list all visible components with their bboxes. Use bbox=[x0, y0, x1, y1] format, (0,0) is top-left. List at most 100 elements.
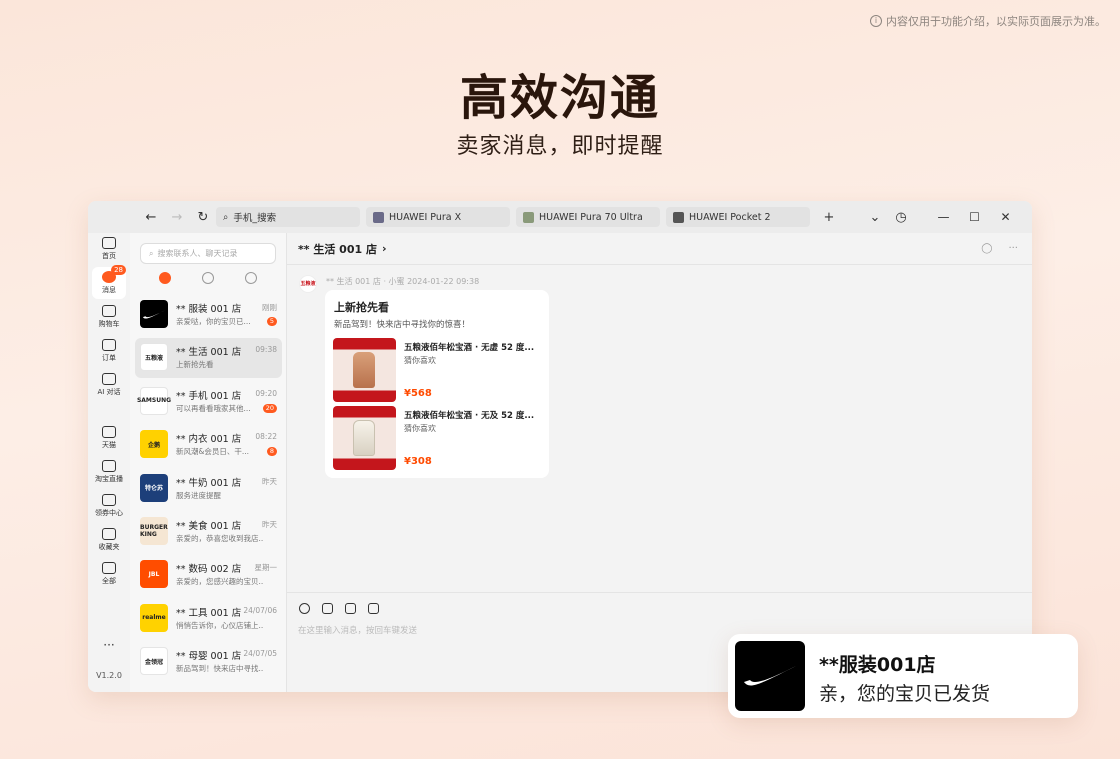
conversation-name: ** 内衣 001 店 bbox=[176, 434, 242, 446]
search-tab[interactable]: ⌕ 手机_搜索 bbox=[216, 207, 360, 227]
shop-avatar[interactable]: 五粮液 bbox=[299, 275, 317, 293]
contact-search-input[interactable]: ⌕ 搜索联系人、聊天记录 bbox=[140, 243, 276, 264]
tab-contacts-icon[interactable] bbox=[201, 272, 214, 284]
coupon-icon bbox=[102, 494, 116, 506]
conversation-name: ** 服装 001 店 bbox=[176, 304, 242, 315]
shop-logo: 企鹅 bbox=[140, 430, 168, 459]
favorites-icon bbox=[102, 528, 116, 540]
more-icon[interactable]: ··· bbox=[88, 638, 130, 652]
rail-all[interactable]: 全部 bbox=[88, 562, 130, 586]
rail-home[interactable]: 首页 bbox=[88, 237, 130, 261]
rail-label: 淘宝直播 bbox=[95, 475, 123, 483]
shop-logo bbox=[140, 300, 168, 328]
profile-icon[interactable]: ◯ bbox=[981, 243, 992, 254]
forward-icon[interactable]: → bbox=[164, 210, 190, 225]
product-price: ¥308 bbox=[404, 456, 432, 467]
app-window: ← → ↻ ⌕ 手机_搜索 HUAWEI Pura X HUAWEI Pura … bbox=[88, 201, 1032, 692]
close-icon[interactable]: ✕ bbox=[990, 210, 1021, 224]
history-icon[interactable]: ◷ bbox=[888, 210, 914, 225]
conversation-item[interactable]: JBL ** 数码 002 店 星期一 亲爱的，您感兴趣的宝贝... bbox=[135, 555, 282, 595]
contact-search-placeholder: 搜索联系人、聊天记录 bbox=[157, 249, 238, 258]
unread-badge: 20 bbox=[262, 403, 277, 413]
card-subtitle: 新品驾到！快来店中寻找你的惊喜！ bbox=[334, 320, 471, 330]
rail-label: 收藏夹 bbox=[98, 543, 120, 551]
conversation-item[interactable]: realme ** 工具 001 店 24/07/06 悄悄告诉你，心仪店铺上... bbox=[135, 599, 282, 639]
subheadline: 卖家消息，即时提醒 bbox=[456, 134, 664, 159]
rail-label: 购物车 bbox=[98, 320, 120, 328]
refresh-icon[interactable]: ↻ bbox=[190, 210, 216, 225]
minimize-icon[interactable]: — bbox=[928, 210, 959, 224]
rail-favorites[interactable]: 收藏夹 bbox=[88, 528, 130, 552]
product-item[interactable]: 五粮液佰年松宝酒 · 无虚 52 度... 猜你喜欢 ¥568 bbox=[333, 338, 543, 402]
grid-icon bbox=[102, 562, 116, 574]
info-icon: i bbox=[870, 15, 882, 27]
conversation-item[interactable]: ** 服装 001 店 刚刚 亲爱哒，你的宝贝已... 5 bbox=[135, 295, 282, 335]
conversation-time: 昨天 bbox=[262, 476, 277, 486]
new-tab-button[interactable]: + bbox=[816, 210, 842, 225]
message-meta: ** 生活 001 店 · 小蜜 2024-01-22 09:38 bbox=[326, 277, 480, 286]
chevron-right-icon[interactable]: › bbox=[382, 242, 387, 255]
conversation-item[interactable]: SAMSUNG ** 手机 001 店 09:20 可以再看看哦家其他... 20 bbox=[135, 382, 282, 422]
rail-label: 订单 bbox=[102, 354, 116, 362]
conversation-item[interactable]: 特仑苏 ** 牛奶 001 店 昨天 服务进度提醒 bbox=[135, 469, 282, 509]
conversation-item[interactable]: 五粮液 ** 生活 001 店 09:38 上新抢先看 bbox=[135, 338, 282, 379]
bottle-icon bbox=[353, 352, 375, 388]
unread-badge: 5 bbox=[266, 317, 277, 326]
product-name: 五粮液佰年松宝酒 · 无虚 52 度... bbox=[404, 343, 535, 353]
shop-logo: 特仑苏 bbox=[140, 473, 168, 502]
search-icon: ⌕ bbox=[223, 211, 229, 223]
conversation-item[interactable]: 企鹅 ** 内衣 001 店 08:22 新风潮&会员日、干... 8 bbox=[135, 425, 282, 465]
rail-ai-chat[interactable]: AI 对话 bbox=[88, 373, 130, 397]
conversation-name: ** 工具 001 店 bbox=[176, 607, 242, 619]
rail-tmall[interactable]: 天猫 bbox=[88, 426, 130, 450]
product-price: ¥568 bbox=[404, 388, 432, 399]
tab-messages-icon[interactable] bbox=[159, 272, 172, 284]
rail-label: 全部 bbox=[102, 577, 116, 585]
unread-badge: 8 bbox=[266, 447, 277, 457]
shop-logo: BURGER KING bbox=[140, 517, 168, 545]
bottle-icon bbox=[353, 420, 375, 456]
back-icon[interactable]: ← bbox=[138, 210, 164, 225]
product-thumbnail-icon bbox=[673, 211, 684, 223]
conversation-time: 24/07/05 bbox=[243, 649, 277, 659]
chat-title[interactable]: ** 生活 001 店 bbox=[298, 241, 377, 257]
product-item[interactable]: 五粮液佰年松宝酒 · 无及 52 度... 猜你喜欢 ¥308 bbox=[333, 406, 543, 470]
conversation-name: ** 手机 001 店 bbox=[176, 390, 242, 402]
rail-messages[interactable]: 消息 28 bbox=[92, 265, 126, 299]
conversation-preview: 悄悄告诉你，心仪店铺上... bbox=[176, 620, 264, 630]
rail-live[interactable]: 淘宝直播 bbox=[88, 460, 130, 484]
product-image bbox=[333, 406, 396, 470]
conversation-preview: 新风潮&会员日、干... bbox=[176, 447, 249, 457]
conversation-preview: 可以再看看哦家其他... bbox=[176, 403, 251, 413]
cart-icon bbox=[102, 305, 116, 317]
product-thumbnail-icon bbox=[373, 211, 384, 223]
tab-groups-icon[interactable] bbox=[244, 272, 257, 284]
shop-logo: 金领冠 bbox=[140, 647, 168, 676]
upload-icon[interactable] bbox=[368, 603, 379, 614]
product-thumbnail-icon bbox=[523, 211, 534, 223]
product-image bbox=[333, 338, 396, 402]
version-label: V1.2.0 bbox=[96, 671, 122, 680]
tab-pura-70-ultra[interactable]: HUAWEI Pura 70 Ultra bbox=[516, 207, 660, 227]
tab-pocket-2[interactable]: HUAWEI Pocket 2 bbox=[666, 207, 810, 227]
conversation-item[interactable]: BURGER KING ** 美食 001 店 昨天 亲爱的，恭喜您收到我店... bbox=[135, 512, 282, 552]
tab-pura-x[interactable]: HUAWEI Pura X bbox=[366, 207, 510, 227]
chevron-down-icon[interactable]: ⌄ bbox=[862, 210, 888, 225]
rail-orders[interactable]: 订单 bbox=[88, 339, 130, 363]
promo-card[interactable]: 上新抢先看 新品驾到！快来店中寻找你的惊喜！ 五粮液佰年松宝酒 · 无虚 52 … bbox=[325, 290, 549, 478]
quick-reply-icon[interactable] bbox=[322, 603, 333, 614]
scissors-icon[interactable] bbox=[345, 603, 356, 614]
emoji-icon[interactable] bbox=[299, 603, 310, 614]
rail-coupons[interactable]: 领券中心 bbox=[88, 494, 130, 518]
conversation-item[interactable]: 金领冠 ** 母婴 001 店 24/07/05 新品驾到！快来店中寻找... bbox=[135, 642, 282, 682]
maximize-icon[interactable]: ☐ bbox=[959, 210, 990, 224]
disclaimer: i 内容仅用于功能介绍，以实际页面展示为准。 bbox=[870, 13, 1106, 29]
conversation-list: ⌕ 搜索联系人、聊天记录 ** 服装 001 店 刚刚 亲爱哒，你的宝贝已... 5 五… bbox=[130, 233, 287, 692]
rail-label: 消息 bbox=[102, 286, 116, 294]
notification-toast[interactable]: **服装001店 亲，您的宝贝已发货 bbox=[728, 634, 1078, 718]
message-input[interactable]: 在这里输入消息，按回车键发送 bbox=[298, 624, 417, 636]
rail-cart[interactable]: 购物车 bbox=[88, 305, 130, 329]
more-options-icon[interactable]: ··· bbox=[1008, 243, 1018, 254]
conversation-filter-tabs bbox=[130, 272, 286, 284]
title-bar: ← → ↻ ⌕ 手机_搜索 HUAWEI Pura X HUAWEI Pura … bbox=[88, 201, 1032, 233]
